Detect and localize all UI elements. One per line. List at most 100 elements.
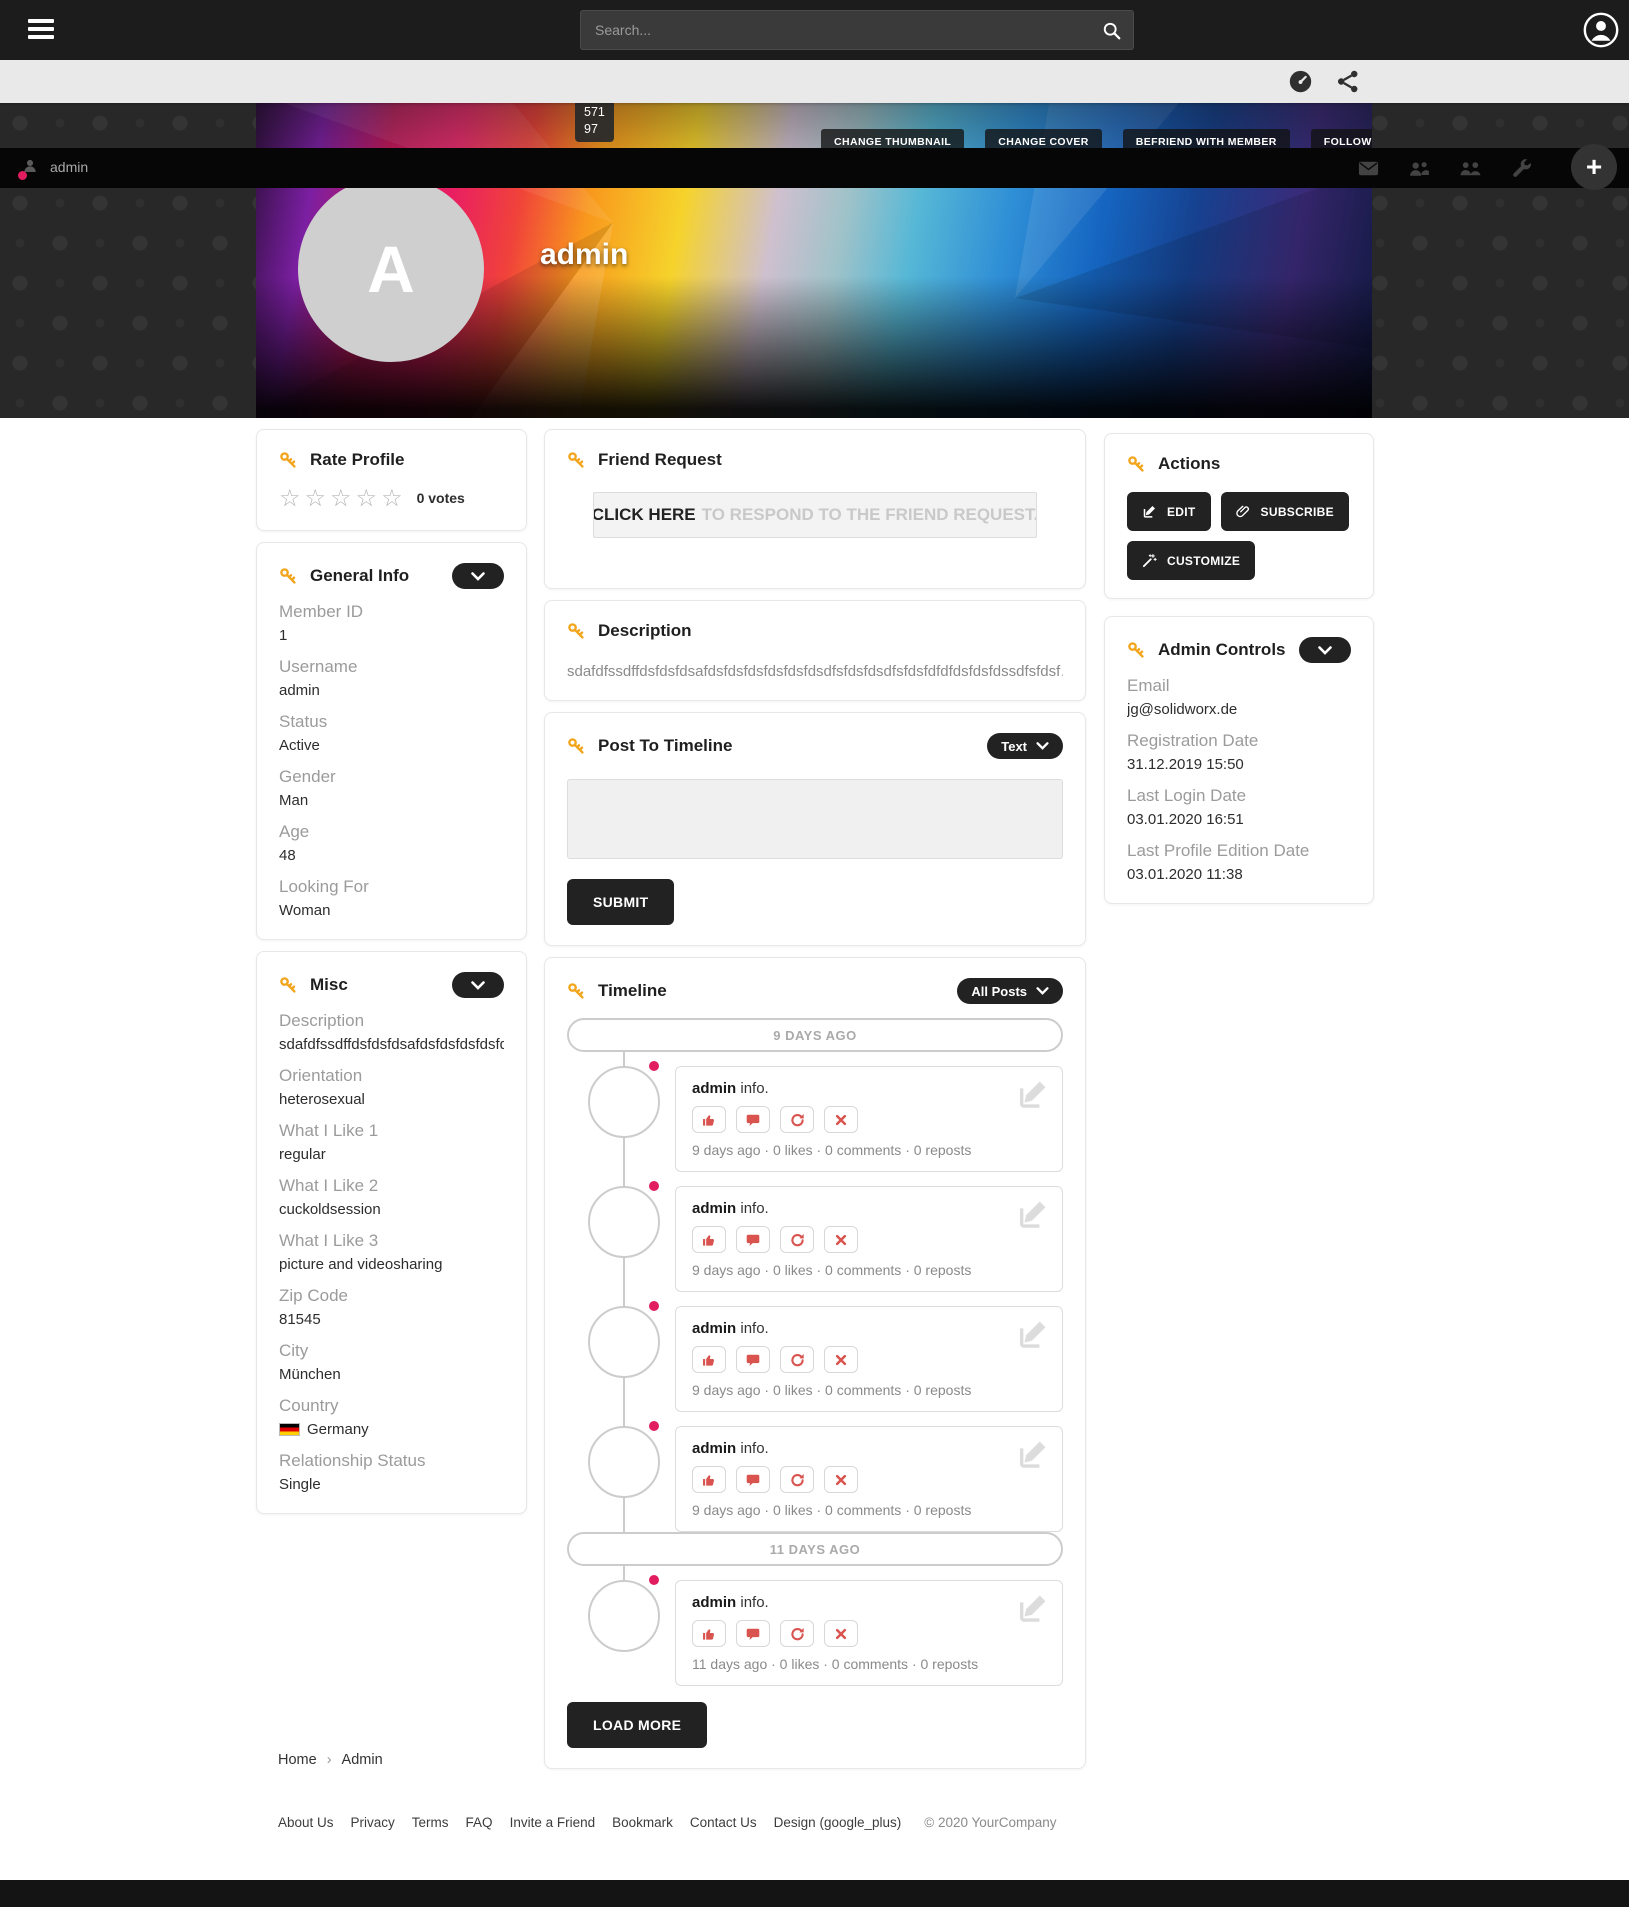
hamburger-menu-icon[interactable] — [28, 19, 54, 41]
edit-post-icon[interactable] — [1016, 1317, 1050, 1351]
paperclip-icon — [1236, 504, 1251, 519]
chevron-down-icon — [471, 572, 485, 581]
timeline-post-row: admin info. — [567, 1580, 1063, 1686]
comment-button[interactable] — [736, 1346, 770, 1373]
footer-link[interactable]: About Us — [278, 1815, 334, 1830]
repost-button[interactable] — [780, 1346, 814, 1373]
secondary-bar — [0, 60, 1629, 103]
comment-button[interactable] — [736, 1226, 770, 1253]
card-title: Admin Controls — [1158, 640, 1286, 660]
comment-bubble-icon — [746, 1233, 760, 1247]
profile-avatar[interactable]: A — [298, 176, 484, 362]
repost-button[interactable] — [780, 1620, 814, 1647]
timeline-body: 9 DAYS AGO admin info. — [567, 1004, 1063, 1748]
subscribe-button[interactable]: SUBSCRIBE — [1221, 492, 1349, 531]
account-menu-icon[interactable] — [1583, 12, 1619, 48]
delete-post-button[interactable] — [824, 1466, 858, 1493]
edit-post-icon[interactable] — [1016, 1437, 1050, 1471]
post-avatar[interactable] — [588, 1306, 660, 1378]
post-avatar[interactable] — [588, 1580, 660, 1652]
post-avatar[interactable] — [588, 1186, 660, 1258]
thumbs-up-icon — [702, 1473, 716, 1487]
delete-post-button[interactable] — [824, 1346, 858, 1373]
post-avatar[interactable] — [588, 1426, 660, 1498]
settings-wrench-icon[interactable] — [1510, 157, 1533, 180]
collapse-toggle[interactable] — [1299, 637, 1351, 663]
footer-link[interactable]: Bookmark — [612, 1815, 673, 1830]
footer-link[interactable]: FAQ — [466, 1815, 493, 1830]
like-button[interactable] — [692, 1106, 726, 1133]
share-icon[interactable] — [1336, 68, 1363, 95]
star-icon[interactable]: ☆ — [330, 486, 352, 510]
submit-button[interactable]: SUBMIT — [567, 879, 674, 925]
info-field: Age 48 — [279, 822, 504, 864]
footer-link[interactable]: Design (google_plus) — [774, 1815, 902, 1830]
edit-post-icon[interactable] — [1016, 1591, 1050, 1625]
coords-tooltip: 571 97 — [575, 100, 614, 142]
field-label: What I Like 3 — [279, 1231, 504, 1251]
user-icon — [22, 156, 40, 178]
post-type-dropdown[interactable]: Text — [987, 733, 1063, 759]
star-icon[interactable]: ☆ — [356, 486, 378, 510]
card-title: Rate Profile — [310, 450, 404, 470]
field-value: jg@solidworx.de — [1127, 701, 1351, 718]
repost-button[interactable] — [780, 1226, 814, 1253]
thumbs-up-icon — [702, 1627, 716, 1641]
groups-icon[interactable] — [1459, 157, 1482, 180]
like-button[interactable] — [692, 1226, 726, 1253]
breadcrumb-home-link[interactable]: Home — [278, 1752, 317, 1768]
star-rating: ☆☆☆☆☆ 0 votes — [279, 486, 504, 510]
edit-button[interactable]: EDIT — [1127, 492, 1211, 531]
add-button[interactable]: + — [1571, 144, 1617, 190]
field-label: Gender — [279, 767, 504, 787]
friends-icon[interactable] — [1408, 157, 1431, 180]
like-button[interactable] — [692, 1346, 726, 1373]
search-bar — [580, 10, 1134, 50]
post-card: admin info. — [675, 1426, 1063, 1532]
profilebar-user[interactable]: admin — [22, 156, 88, 178]
like-button[interactable] — [692, 1620, 726, 1647]
footer-link[interactable]: Invite a Friend — [510, 1815, 596, 1830]
card-title: Misc — [310, 975, 348, 995]
rate-profile-card: Rate Profile ☆☆☆☆☆ 0 votes — [256, 429, 527, 531]
footer-link[interactable]: Privacy — [351, 1815, 395, 1830]
magic-wand-icon — [1142, 553, 1157, 568]
edit-post-icon[interactable] — [1016, 1197, 1050, 1231]
repost-button[interactable] — [780, 1106, 814, 1133]
collapse-toggle[interactable] — [452, 972, 504, 998]
delete-post-button[interactable] — [824, 1620, 858, 1647]
footer-link[interactable]: Contact Us — [690, 1815, 757, 1830]
repost-button[interactable] — [780, 1466, 814, 1493]
info-field: Registration Date 31.12.2019 15:50 — [1127, 731, 1351, 773]
delete-post-button[interactable] — [824, 1226, 858, 1253]
post-avatar[interactable] — [588, 1066, 660, 1138]
delete-post-button[interactable] — [824, 1106, 858, 1133]
friend-request-respond-button[interactable]: CLICK HERE TO RESPOND TO THE FRIEND REQU… — [593, 492, 1037, 538]
collapse-toggle[interactable] — [452, 563, 504, 589]
message-icon[interactable] — [1357, 157, 1380, 180]
like-button[interactable] — [692, 1466, 726, 1493]
comment-button[interactable] — [736, 1466, 770, 1493]
search-input[interactable] — [581, 22, 1089, 38]
field-value: Single — [279, 1476, 504, 1493]
info-field: City München — [279, 1341, 504, 1383]
post-textarea[interactable] — [567, 779, 1063, 859]
post-meta: 9 days ago · 0 likes · 0 comments · 0 re… — [692, 1382, 1046, 1398]
timeline-filter-dropdown[interactable]: All Posts — [957, 978, 1063, 1004]
close-icon — [834, 1353, 848, 1367]
star-icon[interactable]: ☆ — [279, 486, 301, 510]
dashboard-icon[interactable] — [1287, 68, 1314, 95]
comment-button[interactable] — [736, 1620, 770, 1647]
customize-button[interactable]: CUSTOMIZE — [1127, 541, 1255, 580]
middle-column: Friend Request CLICK HERE TO RESPOND TO … — [544, 418, 1086, 1769]
search-icon[interactable] — [1089, 11, 1133, 49]
field-label: Status — [279, 712, 504, 732]
edit-post-icon[interactable] — [1016, 1077, 1050, 1111]
info-field: Last Login Date 03.01.2020 16:51 — [1127, 786, 1351, 828]
footer-link[interactable]: Terms — [412, 1815, 449, 1830]
load-more-button[interactable]: LOAD MORE — [567, 1702, 707, 1748]
timeline-dot — [649, 1061, 659, 1071]
star-icon[interactable]: ☆ — [305, 486, 327, 510]
comment-button[interactable] — [736, 1106, 770, 1133]
star-icon[interactable]: ☆ — [381, 486, 403, 510]
